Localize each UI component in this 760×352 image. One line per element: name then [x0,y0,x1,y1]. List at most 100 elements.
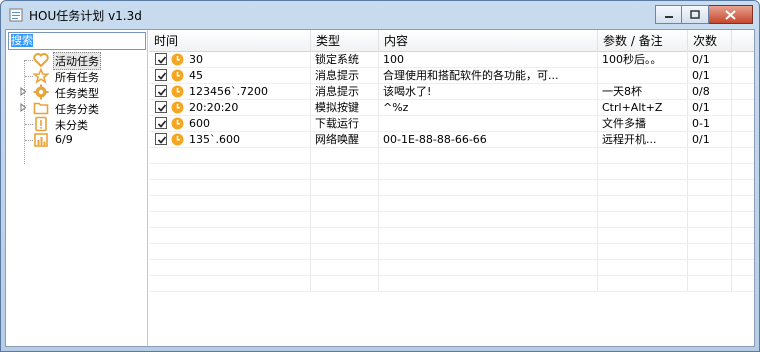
minimize-button[interactable] [655,5,682,24]
table-row[interactable]: 123456`.7200 消息提示 该喝水了! 一天8杯 0/8 [149,84,754,100]
empty-cell [149,228,311,243]
tree-item-task-categories[interactable]: 任务分类 [6,100,146,116]
empty-cell [311,276,379,291]
param-cell: 一天8杯 [598,84,688,99]
empty-cell [688,244,732,259]
time-cell: 30 [149,52,311,67]
enable-checkbox[interactable] [155,133,167,145]
empty-row [149,164,754,180]
empty-cell [598,196,688,211]
tree-item-label: 任务分类 [55,103,99,116]
column-header-content[interactable]: 内容 [379,30,598,52]
empty-row [149,148,754,164]
window-title: HOU任务计划 v1.3d [29,9,142,23]
column-header-params[interactable]: 参数 / 备注 [598,30,688,52]
empty-cell [688,148,732,163]
empty-row [149,180,754,196]
filler-cell [732,132,754,147]
tree-item-stats[interactable]: 6/9 [6,132,146,148]
maximize-button[interactable] [682,5,709,24]
maximize-icon [690,10,700,19]
task-list[interactable]: 时间 类型 内容 参数 / 备注 次数 30 锁定系统 100 100秒后。。 0/1 4… [149,30,754,346]
empty-cell [598,180,688,195]
list-header: 时间 类型 内容 参数 / 备注 次数 [149,30,754,52]
enable-checkbox[interactable] [155,69,167,81]
table-row[interactable]: 600 下载运行 文件多播 0-1 [149,116,754,132]
empty-cell [149,196,311,211]
empty-cell [379,228,598,243]
count-cell: 0-1 [688,116,732,131]
title-bar[interactable]: HOU任务计划 v1.3d [1,1,759,29]
count-cell: 0/8 [688,84,732,99]
empty-cell [732,180,754,195]
empty-cell [598,148,688,163]
count-cell: 0/1 [688,52,732,67]
empty-cell [149,244,311,259]
table-row[interactable]: 45 消息提示 合理使用和搭配软件的各功能，可... 0/1 [149,68,754,84]
category-tree: 活动任务 所有任务 任务类型 任务分类 未分类 6/9 [6,52,146,148]
expand-arrow-icon[interactable] [19,87,28,96]
time-value: 135`.600 [189,133,240,146]
filler-cell [732,116,754,131]
time-value: 30 [189,53,203,66]
empty-cell [149,260,311,275]
empty-row [149,260,754,276]
table-row[interactable]: 20:20:20 模拟按键 ^%z Ctrl+Alt+Z 0/1 [149,100,754,116]
table-row[interactable]: 30 锁定系统 100 100秒后。。 0/1 [149,52,754,68]
empty-cell [598,244,688,259]
enable-checkbox[interactable] [155,101,167,113]
chart-icon [34,133,48,147]
empty-cell [311,196,379,211]
time-cell: 45 [149,68,311,83]
empty-cell [379,260,598,275]
empty-cell [379,148,598,163]
tree-connector [25,60,33,61]
filler-cell [732,52,754,67]
tree-item-task-types[interactable]: 任务类型 [6,84,146,100]
enable-checkbox[interactable] [155,117,167,129]
enable-checkbox[interactable] [155,85,167,97]
empty-cell [379,164,598,179]
empty-cell [598,228,688,243]
empty-cell [311,228,379,243]
folder-icon [33,102,49,115]
empty-cell [149,164,311,179]
empty-cell [688,212,732,227]
enable-checkbox[interactable] [155,53,167,65]
empty-cell [149,276,311,291]
app-window: HOU任务计划 v1.3d 搜索 活动任务 所有任务 任务类型 任务分类 未分类… [0,0,760,352]
time-value: 600 [189,117,210,130]
tree-item-label: 6/9 [55,133,73,146]
empty-cell [732,244,754,259]
table-row[interactable]: 135`.600 网络唤醒 00-1E-88-88-66-66 远程开机... 0/1 [149,132,754,148]
type-cell: 锁定系统 [311,52,379,67]
count-cell: 0/1 [688,100,732,115]
close-button[interactable] [709,5,753,24]
content-cell: 00-1E-88-88-66-66 [379,132,598,147]
param-cell: Ctrl+Alt+Z [598,100,688,115]
column-header-time[interactable]: 时间 [149,30,311,52]
empty-cell [598,260,688,275]
tree-item-active-tasks[interactable]: 活动任务 [6,52,146,70]
column-header-count[interactable]: 次数 [688,30,732,52]
empty-cell [732,260,754,275]
search-input[interactable]: 搜索 [8,32,146,50]
type-cell: 下载运行 [311,116,379,131]
type-cell: 网络唤醒 [311,132,379,147]
time-cell: 123456`.7200 [149,84,311,99]
empty-row [149,228,754,244]
empty-cell [311,260,379,275]
empty-cell [311,148,379,163]
tree-item-label: 所有任务 [55,71,99,84]
expand-arrow-icon[interactable] [19,103,28,112]
tree-connector [25,140,33,141]
empty-cell [379,196,598,211]
tree-item-uncategorized[interactable]: 未分类 [6,116,146,132]
column-header-type[interactable]: 类型 [311,30,379,52]
empty-cell [379,212,598,227]
tree-item-all-tasks[interactable]: 所有任务 [6,68,146,84]
empty-cell [598,276,688,291]
empty-cell [311,164,379,179]
content-cell [379,116,598,131]
empty-cell [688,260,732,275]
